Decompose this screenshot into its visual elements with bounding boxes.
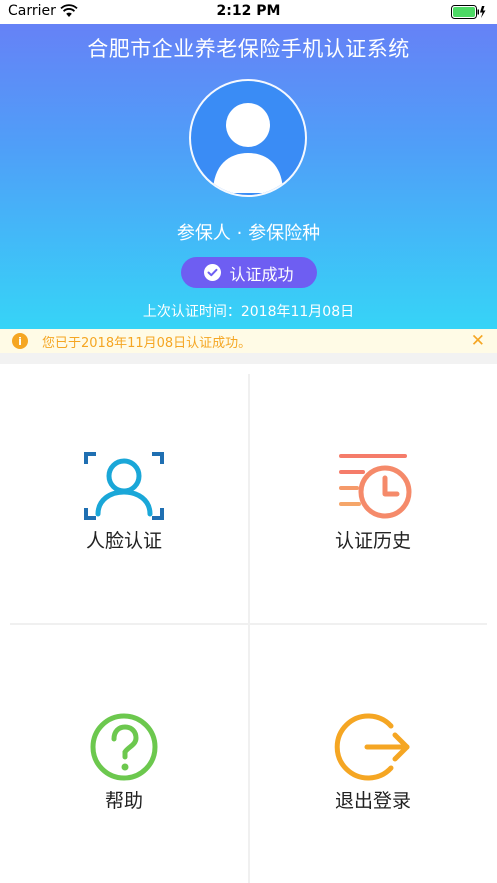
last-auth-time: 上次认证时间：2018年11月08日 (142, 304, 355, 320)
app-title: 合肥市企业养老保险手机认证系统 (87, 37, 410, 61)
menu-item-auth-history[interactable]: 认证历史 (249, 364, 497, 623)
user-silhouette-icon (213, 103, 283, 193)
menu-label-face-auth: 人脸认证 (85, 530, 162, 552)
grid-divider-vertical (248, 374, 250, 883)
menu-item-logout[interactable]: 退出登录 (249, 624, 497, 883)
clock: 2:12 PM (216, 3, 281, 19)
insured-person-label: 参保人 · 参保险种 (176, 223, 321, 244)
menu-item-help[interactable]: 帮助 (0, 624, 248, 883)
close-icon[interactable]: ✕ (471, 331, 485, 351)
face-scan-icon (84, 452, 164, 520)
header-banner: 合肥市企业养老保险手机认证系统 参保人 · 参保险种 认证成功 上次认证时间：2… (0, 0, 497, 329)
grid-divider-horizontal (10, 623, 487, 625)
menu-label-logout: 退出登录 (334, 790, 411, 812)
menu-label-help: 帮助 (104, 790, 143, 812)
notice-bar: i 您已于2018年11月08日认证成功。 ✕ (0, 329, 497, 353)
notice-text: 您已于2018年11月08日认证成功。 (42, 335, 252, 351)
menu-item-face-auth[interactable]: 人脸认证 (0, 364, 248, 623)
battery-icon (451, 5, 486, 19)
auth-status-label: 认证成功 (229, 264, 294, 284)
status-bar: Carrier 2:12 PM (0, 0, 497, 24)
section-divider (0, 353, 497, 364)
check-icon (204, 264, 222, 281)
menu-grid: 人脸认证 认证历史 帮助 退出登录 (0, 364, 497, 883)
logout-icon (334, 713, 410, 781)
auth-status-badge: 认证成功 (181, 257, 317, 288)
info-icon: i (12, 333, 28, 349)
history-clock-icon (339, 454, 412, 519)
avatar[interactable] (189, 79, 307, 197)
help-question-icon (90, 713, 158, 781)
menu-label-auth-history: 认证历史 (334, 530, 411, 552)
